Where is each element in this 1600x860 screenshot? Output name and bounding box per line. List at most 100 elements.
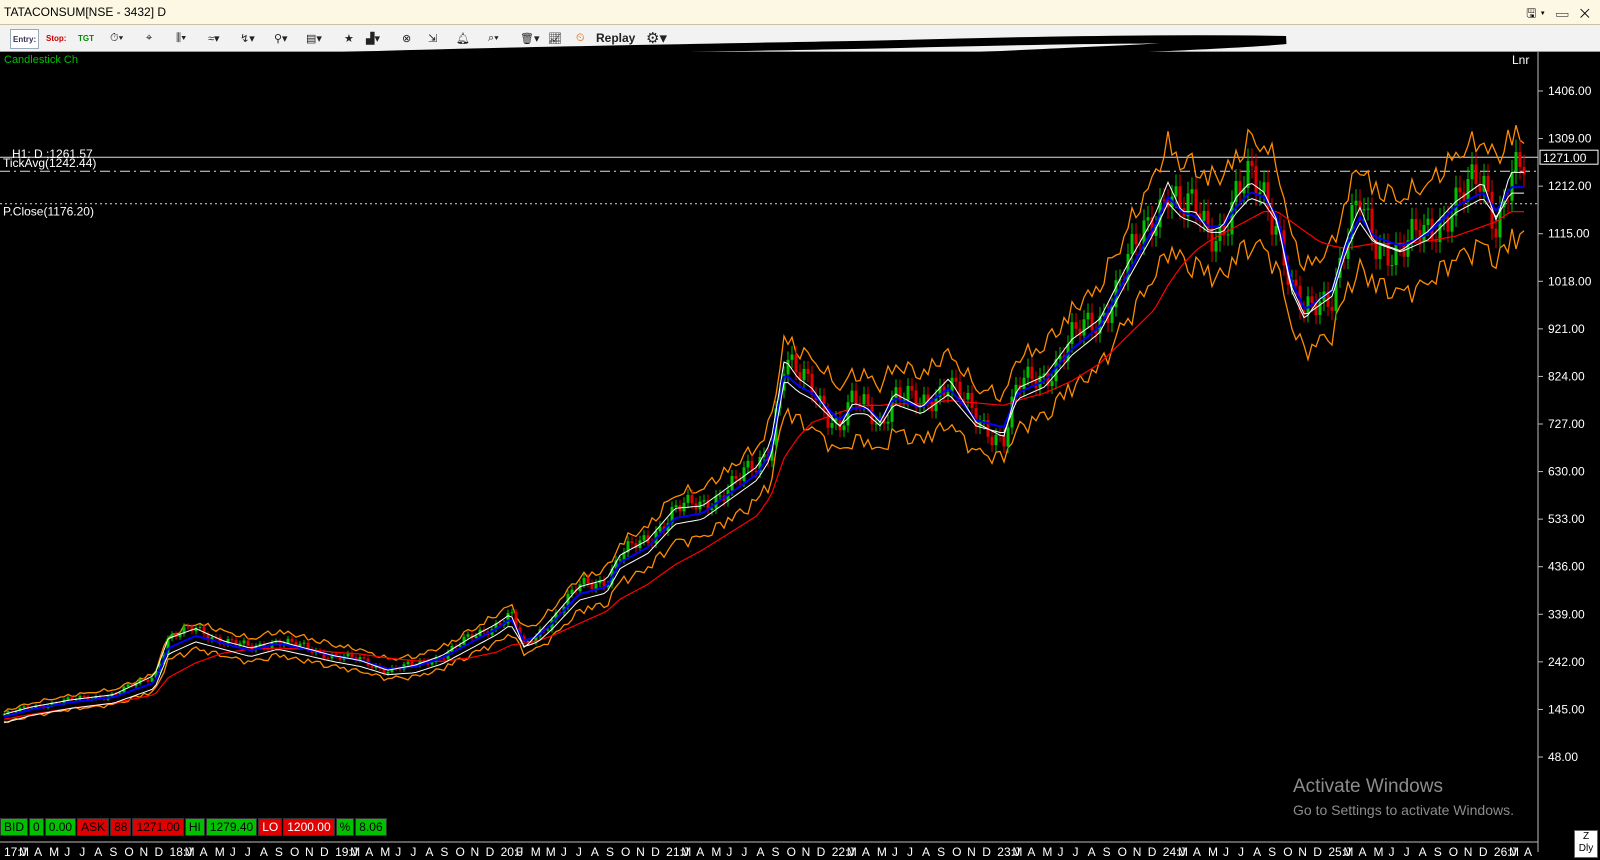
price-chart[interactable]: 1406.00 1309.00 1212.00 1115.00 1018.00 921.0… — [0, 52, 1600, 860]
alert-icon[interactable]: 🔔︎ — [456, 29, 470, 47]
y-tick-label: 1018.00 — [1548, 274, 1592, 288]
title-bar: TATACONSUM[NSE - 3432] D 🖫▾ ▭ ✕ — [0, 0, 1600, 25]
x-tick-label: O — [124, 845, 133, 859]
candle-body — [242, 640, 246, 644]
candle-body — [994, 434, 998, 446]
x-tick-label: J — [1389, 845, 1395, 859]
crosshair-icon[interactable]: ⌖ — [146, 29, 152, 47]
x-tick-label: D — [982, 845, 991, 859]
x-tick-label: N — [802, 845, 811, 859]
candle-type-icon[interactable]: ⫼▾ — [176, 29, 186, 47]
candle-body — [586, 578, 590, 584]
x-tick-label: J — [892, 845, 898, 859]
x-tick-label: S — [772, 845, 780, 859]
replay-button[interactable]: Replay — [596, 29, 635, 47]
x-tick-label: M — [1178, 845, 1188, 859]
candle-body — [410, 661, 414, 666]
candle-body — [1414, 219, 1418, 231]
pattern-icon[interactable]: ≈▾ — [208, 29, 220, 47]
tgt-button[interactable]: TGT — [78, 29, 94, 47]
trash-icon[interactable]: 🗑︎▾ — [520, 29, 540, 47]
x-tick-label: M — [185, 845, 195, 859]
candle-body — [898, 387, 902, 401]
gear-icon[interactable]: ⚙▾ — [646, 29, 667, 47]
x-tick-label: D — [1148, 845, 1157, 859]
y-tick-label: 727.00 — [1548, 417, 1585, 431]
candle-body — [546, 629, 550, 631]
candle-body — [858, 403, 862, 405]
x-tick-label: J — [741, 845, 747, 859]
clock-icon[interactable]: ⏱▾ — [110, 29, 123, 47]
candle-body — [910, 385, 914, 391]
candle-body — [1174, 186, 1178, 197]
x-tick-label: A — [1027, 845, 1035, 859]
shuffle-icon[interactable]: ⊗ — [402, 29, 411, 47]
x-tick-label: N — [471, 845, 480, 859]
candle-body — [1458, 187, 1462, 193]
star-icon[interactable]: ★ — [344, 29, 354, 47]
x-tick-label: J — [64, 845, 70, 859]
candle-body — [1366, 208, 1370, 210]
lo-label: LO — [258, 818, 283, 836]
replay-icon[interactable]: ⏲ — [576, 29, 585, 47]
stop-button[interactable]: Stop: — [46, 29, 66, 47]
candle-body — [590, 583, 594, 589]
candle-body — [1470, 164, 1474, 180]
candle-body — [802, 368, 806, 381]
candle-body — [186, 626, 190, 628]
x-tick-label: J — [245, 845, 251, 859]
candle-body — [82, 695, 86, 697]
interval-corner-box[interactable]: Z Dly — [1574, 830, 1598, 858]
lo-value: 1200.00 — [283, 818, 335, 836]
x-tick-label: J — [1057, 845, 1063, 859]
x-tick-label: A — [1088, 845, 1096, 859]
candle-body — [362, 657, 366, 659]
last-price-value: 1271.00 — [1543, 151, 1587, 165]
x-tick-label: O — [1118, 845, 1127, 859]
candle-body — [370, 665, 374, 668]
candle-body — [830, 423, 834, 428]
candle-body — [1190, 189, 1194, 194]
candle-body — [630, 541, 634, 544]
candle-body — [1394, 243, 1398, 266]
x-tick-label: M — [1509, 845, 1519, 859]
candle-body — [510, 612, 514, 614]
book-icon[interactable]: ▤▾ — [306, 29, 322, 47]
scale-mode-label[interactable]: Lnr — [1512, 53, 1529, 67]
window-controls[interactable]: 🖫▾ ▭ ✕ — [1526, 4, 1594, 25]
draw-icon[interactable]: ↯▾ — [240, 29, 255, 47]
watermark-line1: Activate Windows — [1293, 776, 1443, 797]
y-tick-label: 145.00 — [1548, 702, 1585, 716]
line-chart-icon[interactable]: 📈︎ — [548, 29, 562, 47]
cursor-icon[interactable]: ⇲ — [428, 29, 437, 47]
candle-body — [1086, 312, 1090, 320]
x-tick-label: O — [455, 845, 464, 859]
x-tick-label: A — [696, 845, 704, 859]
y-tick-label: 436.00 — [1548, 560, 1585, 574]
search-icon[interactable]: ⌕▾ — [488, 29, 499, 47]
link-icon[interactable]: ⚲▾ — [274, 29, 288, 47]
x-tick-label: M — [681, 845, 691, 859]
hi-value: 1279.40 — [205, 818, 258, 836]
x-tick-label: M — [546, 845, 556, 859]
x-tick-label: N — [1464, 845, 1473, 859]
candle-body — [1074, 322, 1078, 329]
x-tick-label: J — [230, 845, 236, 859]
candle-body — [290, 638, 294, 642]
candle-body — [70, 697, 74, 700]
candle-body — [442, 658, 446, 660]
indicator-icon[interactable]: ▟▾ — [366, 29, 380, 47]
candle-body — [1002, 434, 1006, 447]
candle-body — [702, 500, 706, 502]
x-tick-label: J — [410, 845, 416, 859]
x-tick-label: N — [967, 845, 976, 859]
x-tick-label: M — [877, 845, 887, 859]
entry-button[interactable]: Entry: — [10, 29, 40, 49]
x-tick-label: S — [937, 845, 945, 859]
candle-body — [1274, 225, 1278, 235]
y-tick-label: 1309.00 — [1548, 132, 1592, 146]
candle-body — [1362, 209, 1366, 211]
candle-body — [1050, 381, 1054, 387]
watermark-line2: Go to Settings to activate Windows. — [1293, 802, 1514, 818]
x-tick-label: D — [1313, 845, 1322, 859]
